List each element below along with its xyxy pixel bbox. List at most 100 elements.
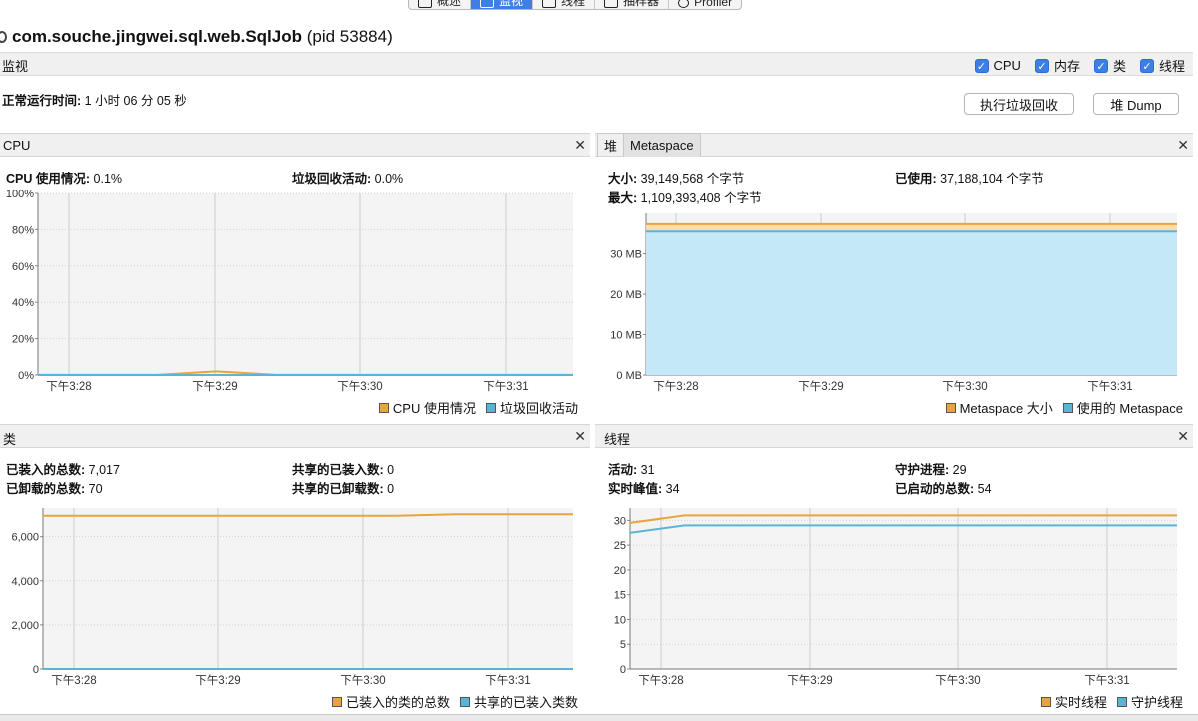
legend-swatch — [945, 402, 956, 413]
process-name: com.souche.jingwei.sql.web.SqlJob — [12, 27, 302, 46]
plot-background — [38, 193, 573, 375]
monitor-header: 监视 ✓ CPU ✓ 内存 ✓ 类 ✓ 线程 — [0, 52, 1193, 76]
checkbox-checked-icon: ✓ — [974, 58, 989, 73]
x-tick-label: 下午3:31 — [485, 674, 530, 687]
legend-item: 垃圾回收活动 — [485, 398, 578, 417]
threads-started-value: 54 — [977, 482, 992, 496]
legend-swatch — [1040, 696, 1051, 707]
tab-metaspace[interactable]: Metaspace — [623, 133, 701, 157]
toggle-cpu[interactable]: ✓ CPU — [974, 56, 1021, 75]
heap-dump-button[interactable]: 堆 Dump — [1093, 93, 1179, 115]
toggle-cpu-label: CPU — [993, 58, 1021, 73]
y-tick-label: 40% — [12, 297, 34, 309]
gc-activity-stat: 垃圾回收活动: 0.0% — [292, 168, 403, 187]
cpu-chart: 0% 20% 40% 60% 80% 100% 下午3:28 下午3:29 下午3:30 下午3:… — [6, 190, 573, 393]
x-tick-label: 下午3:29 — [787, 674, 832, 687]
legend-item: 已装入的类的总数 — [331, 692, 450, 711]
close-icon[interactable]: ✕ — [1177, 428, 1189, 445]
y-tick-label: 30 — [614, 515, 626, 527]
panel-toggles: ✓ CPU ✓ 内存 ✓ 类 ✓ 线程 — [974, 56, 1185, 75]
legend-item: 实时线程 — [1040, 692, 1107, 711]
x-tick-label: 下午3:28 — [51, 674, 96, 687]
threads-daemon-label: 守护进程: — [895, 463, 950, 477]
y-tick-label: 20% — [12, 334, 34, 346]
legend-item: Metaspace 大小 — [945, 398, 1053, 417]
tab-sampler[interactable]: 抽样器 — [595, 0, 670, 9]
tab-monitor-label: 监视 — [499, 0, 524, 8]
legend-swatch — [378, 402, 389, 413]
x-tick-label: 下午3:28 — [46, 380, 91, 393]
shared-loaded-label: 共享的已装入数: — [292, 463, 384, 477]
classes-panel-header: 类 ✕ — [0, 424, 590, 448]
overview-icon — [418, 0, 432, 8]
close-icon[interactable]: ✕ — [574, 137, 586, 154]
series-area — [646, 231, 1177, 375]
toggle-memory-label: 内存 — [1053, 59, 1080, 74]
toggle-memory[interactable]: ✓ 内存 — [1034, 56, 1080, 75]
x-tick-label: 下午3:31 — [1084, 674, 1129, 687]
threads-peak-value: 34 — [665, 482, 680, 496]
cpu-panel-header: CPU ✕ — [0, 133, 590, 157]
metaspace-max-stat: 最大: 1,109,393,408 个字节 — [608, 187, 762, 206]
classes-chart: 0 2,000 4,000 6,000 下午3:28 下午3:29 下午3:30 下午3:31 — [11, 508, 573, 687]
status-strip — [0, 714, 1198, 721]
metaspace-size-value: 39,149,568 个字节 — [640, 172, 745, 186]
cpu-usage-stat: CPU 使用情况: 0.1% — [6, 168, 122, 187]
y-tick-label: 2,000 — [11, 620, 39, 632]
toggle-threads[interactable]: ✓ 线程 — [1139, 56, 1185, 75]
close-icon[interactable]: ✕ — [574, 428, 586, 445]
legend-label: Metaspace 大小 — [959, 401, 1053, 416]
legend-label: 守护线程 — [1130, 695, 1183, 710]
cpu-legend: CPU 使用情况 垃圾回收活动 — [378, 398, 578, 417]
y-tick-label: 60% — [12, 261, 34, 273]
memory-panel-header: 堆 Metaspace ✕ — [595, 133, 1193, 157]
tab-heap[interactable]: 堆 — [597, 133, 625, 157]
perform-gc-button[interactable]: 执行垃圾回收 — [964, 93, 1074, 115]
toggle-classes-label: 类 — [1112, 59, 1126, 74]
legend-label: 实时线程 — [1054, 695, 1107, 710]
gc-activity-value: 0.0% — [374, 172, 404, 186]
page-title: com.souche.jingwei.sql.web.SqlJob (pid 5… — [0, 26, 393, 48]
process-pid: (pid 53884) — [306, 27, 393, 46]
legend-item: 使用的 Metaspace — [1062, 398, 1183, 417]
metaspace-used-label: 已使用: — [895, 172, 937, 186]
tab-overview-label: 概述 — [437, 0, 462, 8]
y-tick-label: 15 — [614, 590, 626, 602]
tab-profiler-label: Profiler — [694, 0, 733, 9]
y-tick-label: 4,000 — [11, 576, 39, 588]
metaspace-max-value: 1,109,393,408 个字节 — [640, 191, 762, 205]
shared-loaded-stat: 共享的已装入数: 0 — [292, 459, 394, 478]
cpu-panel-title: CPU — [3, 138, 31, 153]
classes-unloaded-label: 已卸载的总数: — [6, 482, 86, 496]
tab-sampler-label: 抽样器 — [623, 0, 660, 8]
legend-item: CPU 使用情况 — [378, 398, 476, 417]
checkbox-checked-icon: ✓ — [1034, 58, 1049, 73]
tab-profiler[interactable]: Profiler — [669, 0, 741, 9]
y-tick-label: 20 — [614, 565, 626, 577]
tab-monitor[interactable]: 监视 — [471, 0, 534, 9]
tab-overview[interactable]: 概述 — [409, 0, 472, 9]
classes-unloaded-value: 70 — [88, 482, 103, 496]
cpu-usage-label: CPU 使用情况: — [6, 172, 91, 186]
uptime: 正常运行时间: 1 小时 06 分 05 秒 — [2, 90, 187, 109]
threads-peak-stat: 实时峰值: 34 — [608, 478, 680, 497]
x-tick-label: 下午3:30 — [935, 674, 980, 687]
threads-chart: 0 5 10 15 20 25 30 下午3:28 下午3:29 下午3:30 下午3:31 — [614, 508, 1177, 687]
gc-activity-label: 垃圾回收活动: — [292, 172, 372, 186]
y-tick-label: 0 — [33, 664, 39, 676]
close-icon[interactable]: ✕ — [1177, 137, 1189, 154]
toggle-classes[interactable]: ✓ 类 — [1093, 56, 1126, 75]
x-tick-label: 下午3:29 — [798, 380, 843, 393]
x-tick-label: 下午3:29 — [195, 674, 240, 687]
legend-label: 共享的已装入类数 — [473, 695, 578, 710]
legend-label: 垃圾回收活动 — [499, 401, 578, 416]
x-tick-label: 下午3:28 — [653, 380, 698, 393]
x-tick-label: 下午3:28 — [638, 674, 683, 687]
classes-panel-title: 类 — [3, 432, 17, 447]
legend-swatch — [331, 696, 342, 707]
y-tick-label: 0% — [18, 370, 34, 382]
shared-loaded-value: 0 — [387, 463, 395, 477]
tab-threads[interactable]: 线程 — [533, 0, 596, 9]
threads-peak-label: 实时峰值: — [608, 482, 663, 496]
checkbox-checked-icon: ✓ — [1139, 58, 1154, 73]
